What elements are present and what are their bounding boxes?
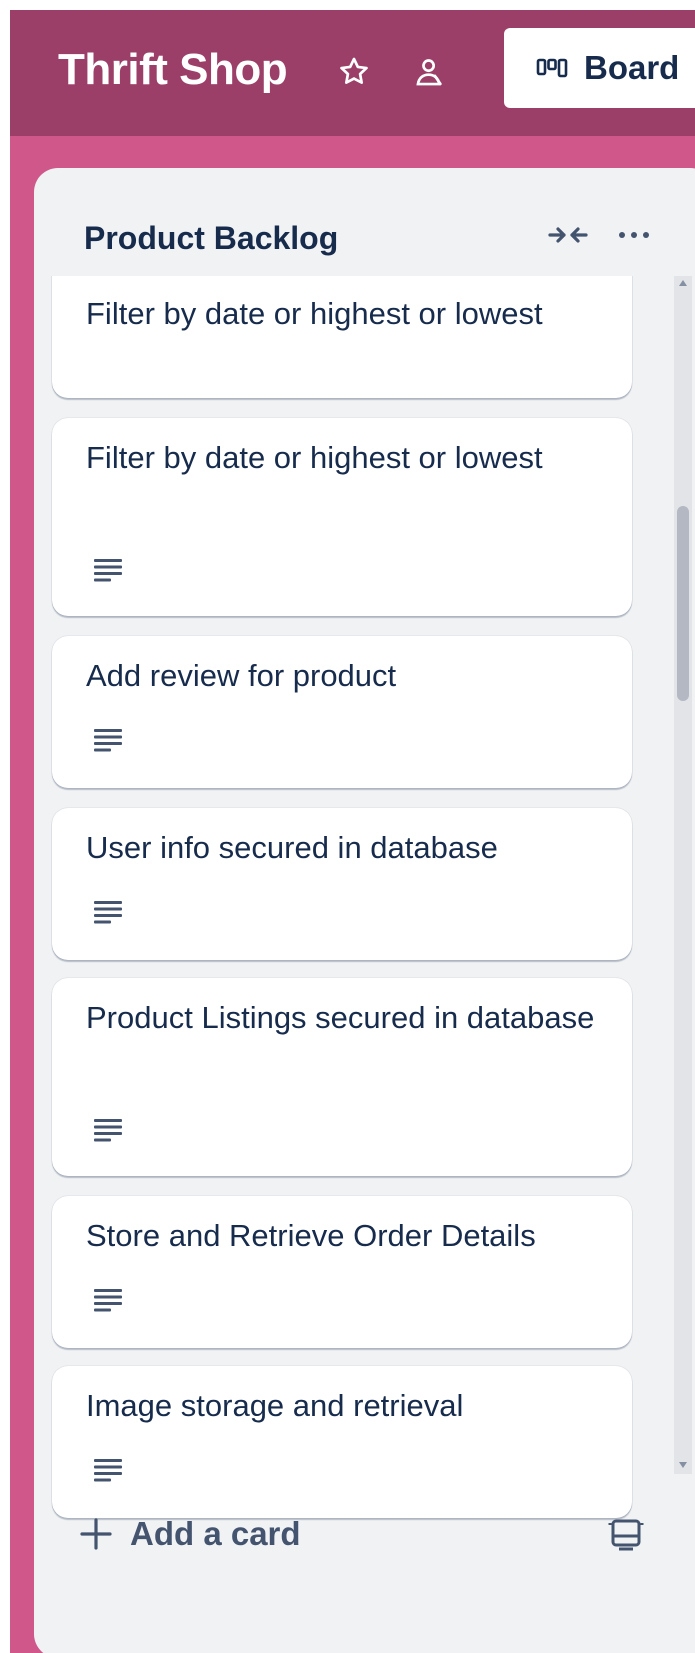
- card-title: Product Listings secured in database: [86, 1000, 595, 1035]
- description-icon: [94, 901, 122, 924]
- list-title[interactable]: Product Backlog: [84, 218, 338, 258]
- card[interactable]: Product Listings secured in database: [52, 978, 632, 1176]
- description-icon: [94, 729, 122, 752]
- card-title: Filter by date or highest or lowest: [86, 440, 543, 475]
- card[interactable]: Image storage and retrieval: [52, 1366, 632, 1518]
- create-from-template-icon[interactable]: [604, 1512, 648, 1556]
- star-icon[interactable]: [336, 54, 372, 90]
- card[interactable]: Filter by date or highest or lowest: [52, 276, 632, 398]
- list-scrollbar[interactable]: [674, 276, 692, 1474]
- card-title: User info secured in database: [86, 830, 498, 865]
- collapse-list-icon[interactable]: [546, 220, 590, 250]
- card[interactable]: Add review for product: [52, 636, 632, 788]
- scroll-down-arrow-icon[interactable]: [678, 1460, 688, 1470]
- card-title: Add review for product: [86, 658, 397, 693]
- board-view-icon: [536, 58, 568, 78]
- card-list: Filter by date or highest or lowest Filt…: [34, 276, 694, 1566]
- members-icon[interactable]: [412, 54, 448, 90]
- description-icon: [94, 1289, 122, 1312]
- board-view-button[interactable]: Board: [504, 28, 695, 108]
- board-canvas: Thrift Shop Board Product Backlog Filter…: [10, 10, 695, 1653]
- scroll-up-arrow-icon[interactable]: [678, 278, 688, 288]
- add-card-button[interactable]: Add a card: [58, 1498, 488, 1570]
- add-card-label: Add a card: [130, 1515, 301, 1552]
- card-title: Store and Retrieve Order Details: [86, 1218, 536, 1253]
- description-icon: [94, 1119, 122, 1142]
- card[interactable]: User info secured in database: [52, 808, 632, 960]
- description-icon: [94, 559, 122, 582]
- description-icon: [94, 1459, 122, 1482]
- board-title[interactable]: Thrift Shop: [58, 44, 288, 96]
- plus-icon: [80, 1518, 112, 1550]
- product-backlog-list: Product Backlog Filter by date or highes…: [34, 168, 695, 1653]
- more-options-icon[interactable]: [614, 220, 654, 250]
- scrollbar-thumb[interactable]: [677, 506, 689, 701]
- card[interactable]: Store and Retrieve Order Details: [52, 1196, 632, 1348]
- card-title: Image storage and retrieval: [86, 1388, 464, 1423]
- card[interactable]: Filter by date or highest or lowest: [52, 418, 632, 616]
- board-header: Thrift Shop Board: [10, 10, 695, 136]
- board-view-label: Board: [584, 49, 680, 86]
- card-title: Filter by date or highest or lowest: [86, 296, 543, 331]
